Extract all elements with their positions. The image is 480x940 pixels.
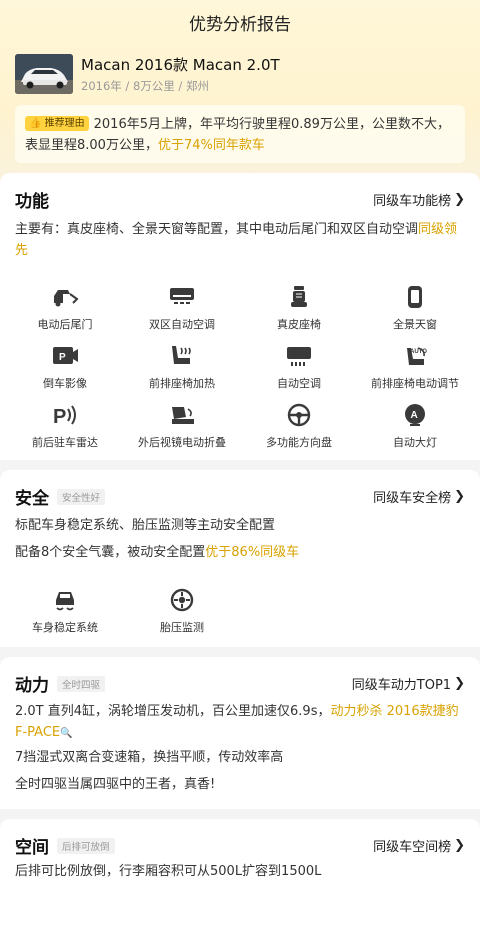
power-line-1-text: 2.0T 直列4缸，涡轮增压发动机，百公里加速仅6.9s， [15, 704, 331, 719]
feature-item[interactable]: P 前后驻车雷达 [5, 402, 125, 452]
page-header: 优势分析报告 [0, 0, 480, 44]
seat-heating-icon [167, 343, 197, 369]
power-tag: 全时四驱 [57, 675, 106, 692]
power-card: 动力 全时四驱 同级车动力TOP1 ❯ 2.0T 直列4缸，涡轮增压发动机，百公里加… [0, 657, 480, 809]
sunroof-icon [400, 284, 430, 310]
svg-text:A: A [411, 410, 418, 421]
feature-item[interactable]: 前排座椅加热 [122, 343, 242, 393]
space-line-1: 后排可比例放倒，行李厢容积可从500L扩容到1500L [15, 864, 322, 879]
power-line-2: 7挡湿式双离合变速箱，换挡平顺，传动效率高 [15, 750, 284, 765]
power-rank-label: 同级车动力TOP1 [351, 677, 452, 693]
car-summary[interactable]: Macan 2016款 Macan 2.0T 2016年 / 8万公里 / 郑州 [15, 52, 465, 96]
section-divider [0, 460, 480, 470]
feature-label: 双区自动空调 [149, 318, 215, 331]
leather-seat-icon [284, 284, 314, 310]
feature-label: 前后驻车雷达 [32, 436, 98, 449]
svg-text:P: P [59, 352, 66, 363]
page-title: 优势分析报告 [189, 14, 291, 35]
feature-label: 前排座椅电动调节 [371, 377, 459, 390]
feature-item[interactable]: AUTO 前排座椅电动调节 [355, 343, 475, 393]
feature-item[interactable]: 外后视镜电动折叠 [122, 402, 242, 452]
feature-label: 车身稳定系统 [32, 621, 98, 634]
feature-item[interactable]: 真皮座椅 [239, 284, 359, 334]
feature-label: 多功能方向盘 [266, 436, 332, 449]
feature-label: 自动空调 [277, 377, 321, 390]
feature-label: 前排座椅加热 [149, 377, 215, 390]
safety-highlight: 优于86%同级车 [205, 545, 300, 560]
space-card: 空间 后排可放倒 同级车空间榜 ❯ 后排可比例放倒，行李厢容积可从500L扩容到15… [0, 819, 480, 940]
feature-item[interactable]: A 自动大灯 [355, 402, 475, 452]
space-rank-label: 同级车空间榜 [373, 839, 452, 855]
feature-label: 全景天窗 [393, 318, 437, 331]
power-rank-link[interactable]: 同级车动力TOP1 ❯ [352, 674, 465, 693]
chevron-right-icon: ❯ [454, 488, 465, 504]
seat-adjust-icon: AUTO [400, 343, 430, 369]
safety-line-2: 配备8个安全气囊，被动安全配置优于86%同级车 [15, 542, 465, 563]
safety-title: 安全 [15, 488, 49, 509]
feature-item[interactable]: 电动后尾门 [5, 284, 125, 334]
search-icon[interactable]: 🔍 [60, 728, 72, 739]
safety-rank-link[interactable]: 同级车安全榜 ❯ [373, 487, 465, 506]
svg-text:P: P [53, 406, 66, 427]
function-summary: 主要有：真皮座椅、全景天窗等配置，其中电动后尾门和双区自动空调同级领先 [15, 219, 465, 261]
thumbs-up-icon: 👍 [29, 118, 42, 129]
tailgate-icon [50, 284, 80, 310]
stability-icon [50, 587, 80, 613]
function-rank-link[interactable]: 同级车功能榜 ❯ [373, 190, 465, 209]
car-thumbnail [15, 54, 73, 94]
power-line-3: 全时四驱当属四驱中的王者，真香! [15, 777, 216, 792]
car-title: Macan 2016款 Macan 2.0T [81, 55, 280, 74]
feature-label: 外后视镜电动折叠 [138, 436, 226, 449]
feature-item[interactable]: 全景天窗 [355, 284, 475, 334]
feature-item[interactable]: 双区自动空调 [122, 284, 242, 334]
car-meta: 2016年 / 8万公里 / 郑州 [81, 78, 209, 93]
feature-label: 倒车影像 [43, 377, 87, 390]
tire-pressure-icon [167, 587, 197, 613]
space-title: 空间 [15, 837, 49, 858]
feature-item[interactable]: 自动空调 [239, 343, 359, 393]
auto-headlight-icon: A [400, 402, 430, 428]
dual-ac-icon [167, 284, 197, 310]
steering-wheel-icon [284, 402, 314, 428]
function-summary-text: 主要有：真皮座椅、全景天窗等配置，其中电动后尾门和双区自动空调 [15, 222, 419, 237]
safety-line-1: 标配车身稳定系统、胎压监测等主动安全配置 [15, 518, 276, 533]
feature-item[interactable]: P 倒车影像 [5, 343, 125, 393]
space-rank-link[interactable]: 同级车空间榜 ❯ [373, 836, 465, 855]
auto-ac-icon [284, 343, 314, 369]
feature-label: 自动大灯 [393, 436, 437, 449]
feature-label: 电动后尾门 [37, 318, 93, 331]
safety-card: 安全 安全性好 同级车安全榜 ❯ 标配车身稳定系统、胎压监测等主动安全配置 配备8个… [0, 470, 480, 647]
parking-radar-icon: P [50, 402, 80, 428]
function-card: 功能 同级车功能榜 ❯ 主要有：真皮座椅、全景天窗等配置，其中电动后尾门和双区自动… [0, 173, 480, 460]
recommend-reason: 👍 推荐理由 2016年5月上牌，年平均行驶里程0.89万公里，公里数不大，表显里… [15, 105, 465, 163]
rear-camera-icon: P [50, 343, 80, 369]
section-divider [0, 809, 480, 819]
safety-tag: 安全性好 [57, 488, 106, 505]
feature-item[interactable]: 车身稳定系统 [5, 587, 125, 637]
feature-label: 真皮座椅 [277, 318, 321, 331]
feature-label: 胎压监测 [160, 621, 204, 634]
section-divider [0, 647, 480, 657]
feature-item[interactable]: 多功能方向盘 [239, 402, 359, 452]
safety-rank-label: 同级车安全榜 [373, 490, 452, 506]
mirror-fold-icon [167, 402, 197, 428]
recommend-tag: 👍 推荐理由 [25, 116, 89, 131]
power-title: 动力 [15, 675, 49, 696]
chevron-right-icon: ❯ [454, 675, 465, 691]
chevron-right-icon: ❯ [454, 837, 465, 853]
recommend-highlight: 优于74%同年款车 [157, 138, 265, 153]
feature-item[interactable]: 胎压监测 [122, 587, 242, 637]
recommend-tag-label: 推荐理由 [44, 118, 85, 129]
space-tag: 后排可放倒 [57, 837, 115, 854]
function-title: 功能 [15, 191, 49, 212]
power-line-1: 2.0T 直列4缸，涡轮增压发动机，百公里加速仅6.9s，动力秒杀 2016款捷… [15, 701, 465, 744]
chevron-right-icon: ❯ [454, 191, 465, 207]
safety-line-2-text: 配备8个安全气囊，被动安全配置 [15, 545, 206, 560]
function-rank-label: 同级车功能榜 [373, 193, 452, 209]
